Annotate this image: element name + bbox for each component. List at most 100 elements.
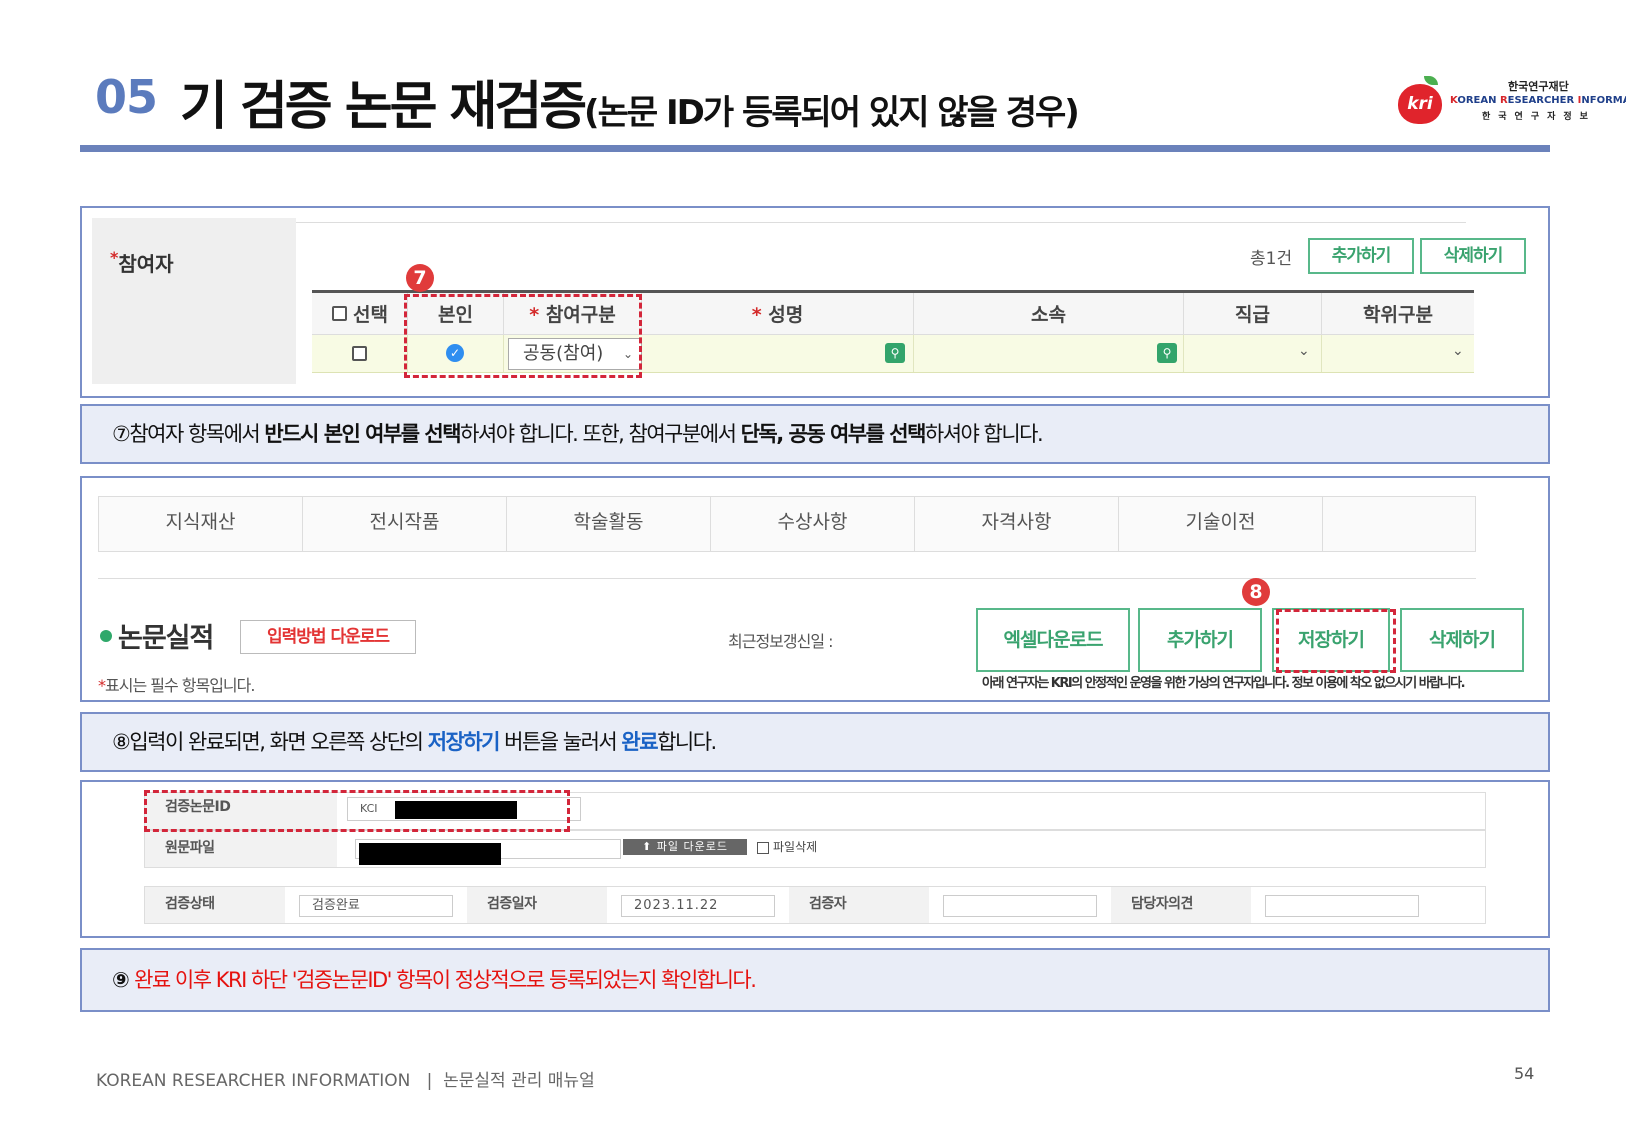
- logo-word-nformation: NFORMATION: [1581, 95, 1626, 106]
- tab-tech-transfer[interactable]: 기술이전: [1119, 497, 1323, 551]
- instruction-note-7: ⑦참여자 항목에서 반드시 본인 여부를 선택하셔야 합니다. 또한, 참여구분…: [80, 404, 1550, 464]
- date-label: 검증일자: [467, 887, 607, 923]
- excel-download-button[interactable]: 엑셀다운로드: [976, 608, 1130, 672]
- category-tabs: 지식재산 전시작품 학술활동 수상사항 자격사항 기술이전: [98, 496, 1476, 552]
- tab-empty: [1323, 497, 1477, 551]
- note7-text-1: ⑦참여자 항목에서: [112, 422, 265, 446]
- logo-word-esearcher: ESEARCHER: [1507, 95, 1578, 106]
- search-icon[interactable]: ⚲: [1157, 343, 1177, 363]
- file-download-label: 파일 다운로드: [656, 840, 728, 853]
- footer-divider: |: [426, 1071, 433, 1091]
- note7-text-3: 하셔야 합니다.: [924, 422, 1044, 446]
- note9-number: ⑨: [112, 968, 135, 992]
- logo-word-orean: OREAN: [1457, 95, 1500, 106]
- paper-achievement-title: 논문실적: [118, 623, 214, 654]
- status-row: 검증상태 검증완료 검증일자 2023.11.22 검증자 담당자의견: [144, 886, 1486, 924]
- slide-title-sub: (논문 ID가 등록되어 있지 않을 경우): [584, 93, 1080, 133]
- bullet-dot-icon: [100, 630, 112, 642]
- opinion-field[interactable]: [1265, 895, 1419, 917]
- logo-mark: kri: [1407, 94, 1433, 114]
- footer-manual-title: 논문실적 관리 매뉴얼: [443, 1071, 595, 1091]
- file-download-button[interactable]: ⬆ 파일 다운로드: [623, 839, 747, 855]
- note9-text: 완료 이후 KRI 하단 '검증논문ID' 항목이 정상적으로 등록되었는지 확…: [134, 968, 757, 992]
- add-button[interactable]: 추가하기: [1138, 608, 1262, 672]
- col-affiliation: 소속: [914, 293, 1184, 334]
- cell-degree-select[interactable]: ⌄: [1322, 335, 1474, 372]
- required-mark: *: [98, 676, 106, 695]
- page-number: 54: [1514, 1064, 1535, 1083]
- chevron-down-icon: ⌄: [1452, 343, 1464, 359]
- leaf-icon: [1424, 76, 1438, 85]
- divider: [98, 578, 1476, 579]
- delete-participant-button[interactable]: 삭제하기: [1420, 238, 1526, 274]
- tab-academic-activity[interactable]: 학술활동: [507, 497, 711, 551]
- tab-exhibition[interactable]: 전시작품: [303, 497, 507, 551]
- verifier-label: 검증자: [789, 887, 929, 923]
- note8-text-3: 합니다.: [657, 730, 717, 754]
- logo-korean-sub: 한국연구자정보: [1482, 112, 1596, 122]
- slide-title: 기 검증 논문 재검증(논문 ID가 등록되어 있지 않을 경우): [180, 64, 1080, 139]
- virtual-researcher-notice: 아래 연구자는 KRI의 안정적인 운영을 위한 가상의 연구자입니다. 정보 …: [982, 676, 1466, 691]
- footer: KOREAN RESEARCHER INFORMATION | 논문실적 관리 …: [96, 1066, 595, 1091]
- cell-position-select[interactable]: ⌄: [1184, 335, 1322, 372]
- divider: [296, 222, 1466, 223]
- col-degree: 학위구분: [1363, 304, 1433, 326]
- paper-achievement-panel: 지식재산 전시작품 학술활동 수상사항 자격사항 기술이전 논문실적 입력방법 …: [80, 476, 1550, 702]
- note7-bold-2: 단독, 공동 여부를 선택: [740, 422, 927, 446]
- logo-english-name: KOREAN RESEARCHER INFORMATION: [1450, 95, 1626, 106]
- kri-apple-logo-icon: kri: [1398, 84, 1442, 124]
- status-label: 검증상태: [145, 887, 285, 923]
- select-all-checkbox[interactable]: [332, 306, 347, 321]
- required-mark: *: [751, 304, 762, 326]
- instruction-note-8: ⑧입력이 완료되면, 화면 오른쪽 상단의 저장하기 버튼을 눌러서 완료합니다…: [80, 712, 1550, 772]
- tab-intellectual-property[interactable]: 지식재산: [99, 497, 303, 551]
- tab-awards[interactable]: 수상사항: [711, 497, 915, 551]
- note8-highlight-save: 저장하기: [427, 730, 501, 754]
- search-icon[interactable]: ⚲: [885, 343, 905, 363]
- original-file-row: 원문파일 ⬆ 파일 다운로드 파일삭제: [144, 830, 1486, 868]
- download-icon: ⬆: [642, 840, 657, 853]
- highlight-box-step7: [404, 294, 642, 378]
- required-note-text: 표시는 필수 항목입니다.: [105, 676, 255, 695]
- total-count: 총1건: [1250, 249, 1293, 269]
- note7-text-2: 하셔야 합니다. 또한, 참여구분에서: [460, 422, 741, 446]
- status-field[interactable]: 검증완료: [299, 895, 453, 917]
- note8-text-1: ⑧입력이 완료되면, 화면 오른쪽 상단의: [112, 730, 428, 754]
- cell-affiliation[interactable]: ⚲: [914, 335, 1184, 372]
- section-number: 05: [95, 70, 158, 124]
- instruction-note-9: ⑨ 완료 이후 KRI 하단 '검증논문ID' 항목이 정상적으로 등록되었는지…: [80, 948, 1550, 1012]
- participants-label: *참여자: [110, 248, 174, 277]
- step-badge-7: 7: [406, 264, 434, 292]
- logo-korean-name: 한국연구재단: [1508, 80, 1569, 93]
- note8-highlight-complete: 완료: [621, 730, 658, 754]
- last-updated-label: 최근정보갱신일 :: [728, 632, 834, 651]
- opinion-label: 담당자의견: [1111, 887, 1251, 923]
- col-name: * 성명: [642, 293, 914, 334]
- slide-title-main: 기 검증 논문 재검증: [180, 77, 587, 137]
- highlight-box-step9: [144, 790, 570, 832]
- file-delete-checkbox[interactable]: [757, 842, 769, 854]
- note8-text-2: 버튼을 눌러서: [498, 730, 622, 754]
- highlight-box-step8: [1276, 609, 1396, 673]
- participants-panel: *참여자 총1건 추가하기 삭제하기 선택 본인 * 참여구분 * 성명 소속 …: [80, 206, 1550, 398]
- date-field[interactable]: 2023.11.22: [621, 895, 775, 917]
- required-note: *표시는 필수 항목입니다.: [98, 672, 255, 696]
- download-method-button[interactable]: 입력방법 다운로드: [240, 620, 416, 654]
- footer-org: KOREAN RESEARCHER INFORMATION: [96, 1071, 411, 1091]
- add-participant-button[interactable]: 추가하기: [1308, 238, 1414, 274]
- tab-qualifications[interactable]: 자격사항: [915, 497, 1119, 551]
- verifier-field[interactable]: [943, 895, 1097, 917]
- chevron-down-icon: ⌄: [1298, 343, 1310, 359]
- file-delete-label: 파일삭제: [773, 840, 818, 854]
- cell-name[interactable]: ⚲: [642, 335, 914, 372]
- participants-side-header: *참여자: [92, 218, 296, 384]
- participants-label-text: 참여자: [118, 252, 174, 276]
- col-position: 직급: [1184, 293, 1322, 334]
- original-file-label: 원문파일: [145, 831, 337, 867]
- cell-select: [312, 335, 408, 372]
- row-select-checkbox[interactable]: [352, 346, 367, 361]
- delete-button[interactable]: 삭제하기: [1400, 608, 1524, 672]
- col-name-label: 성명: [768, 304, 804, 326]
- kri-logo: kri 한국연구재단 KOREAN RESEARCHER INFORMATION…: [1398, 76, 1626, 128]
- slide-header: 05 기 검증 논문 재검증(논문 ID가 등록되어 있지 않을 경우) kri…: [80, 56, 1626, 156]
